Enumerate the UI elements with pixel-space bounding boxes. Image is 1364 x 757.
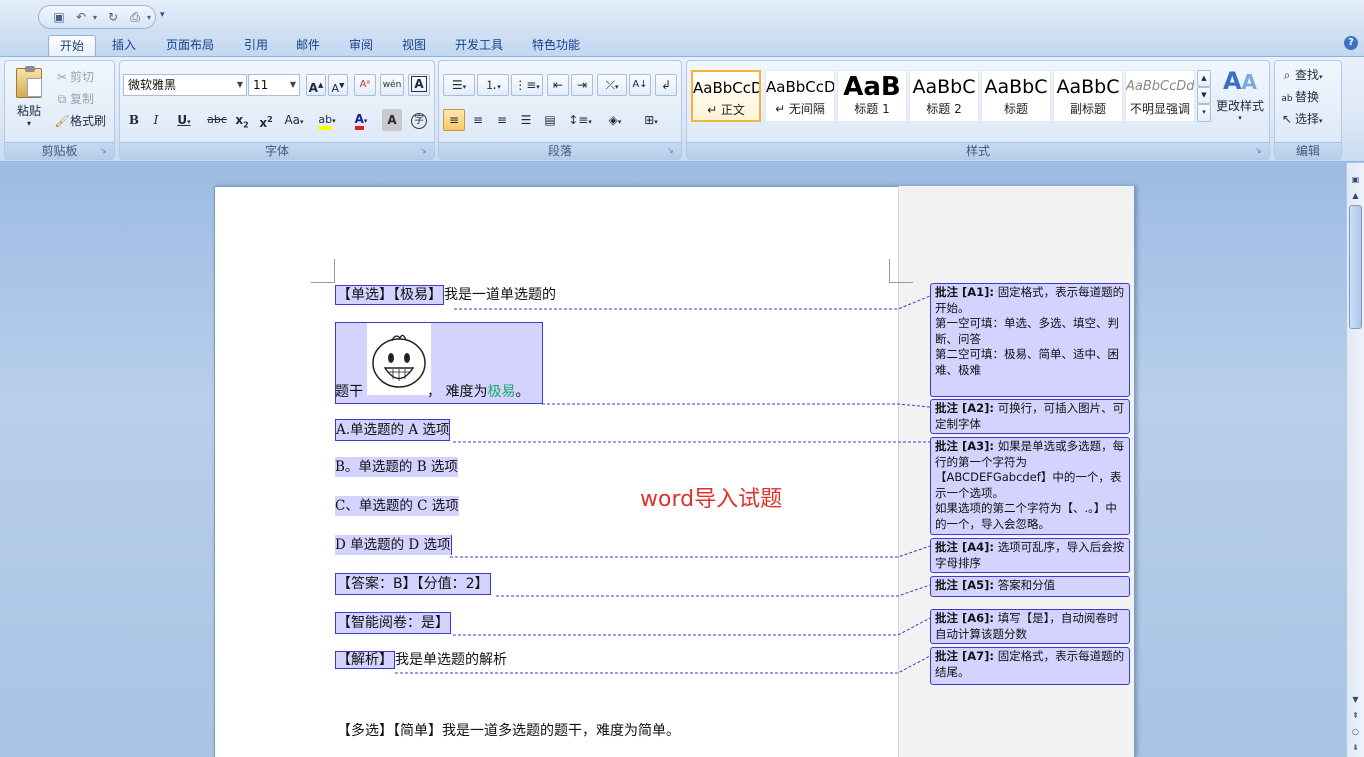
stem-end: 。 [515,384,530,400]
stem-prefix: 题干 [335,384,363,400]
comment-a6[interactable]: 批注 [A6]: 填写【是】，自动阅卷时自动计算该题分数 [930,609,1130,644]
comment-label: 批注 [A1]: [935,285,995,299]
previous-page-icon[interactable]: ⇞ [1349,709,1362,722]
comment-label: 批注 [A2]: [935,401,995,415]
comment-label: 批注 [A3]: [935,439,995,453]
scroll-down-icon[interactable]: ▼ [1349,693,1362,706]
scrollbar-thumb[interactable] [1349,205,1362,329]
option-d: D 单选题的 D 选项 [335,535,452,555]
question-1-title: 【单选】【极易】 我是一道单选题的 [335,285,556,305]
analysis-tag: 【解析】 [335,651,395,669]
comment-label: 批注 [A7]: [935,649,995,663]
comment-a4[interactable]: 批注 [A4]: 选项可乱序，导入后会按字母排序 [930,538,1130,573]
next-page-icon[interactable]: ⇟ [1349,741,1362,754]
option-c: C、单选题的 C 选项 [335,496,459,516]
comment-a1[interactable]: 批注 [A1]: 固定格式，表示每道题的开始。 第一空可填：单选、多选、填空、判… [930,283,1130,397]
comment-a2[interactable]: 批注 [A2]: 可换行，可插入图片、可定制字体 [930,399,1130,434]
comment-text: 答案和分值 [997,578,1056,592]
overlay-caption: word导入试题 [640,487,783,512]
analysis-text: 我是单选题的解析 [395,652,507,668]
stem-middle: ， 难度为 [427,384,488,400]
option-b: B。单选题的 B 选项 [335,457,458,477]
smart-grading: 【智能阅卷：是】 [335,612,451,634]
comment-a5[interactable]: 批注 [A5]: 答案和分值 [930,576,1130,597]
comment-a7[interactable]: 批注 [A7]: 固定格式，表示每道题的结尾。 [930,647,1130,685]
comment-label: 批注 [A5]: [935,578,995,592]
option-a: A.单选题的 A 选项 [335,419,451,441]
comment-label: 批注 [A6]: [935,611,995,625]
ruler-toggle-icon[interactable]: ▣ [1349,173,1362,186]
comment-connectors [395,295,931,674]
browse-object-icon[interactable]: ○ [1349,725,1362,738]
difficulty-value: 极易 [487,384,516,400]
answer-score: 【答案：B】【分值：2】 [335,573,491,595]
question-stem-text: 题干 ， 难度为极易。 [335,382,529,402]
comment-a3[interactable]: 批注 [A3]: 如果是单选或多选题，每行的第一个字符为【ABCDEFGabcd… [930,437,1130,535]
comment-label: 批注 [A4]: [935,540,995,554]
question-type-tags: 【单选】【极易】 [335,285,444,305]
analysis-line: 【解析】 我是单选题的解析 [335,650,507,670]
question-2-title: 【多选】【简单】我是一道多选题的题干，难度为简单。 [337,723,680,739]
question-title-text: 我是一道单选题的 [444,287,556,303]
vertical-scrollbar[interactable]: ▣ ▲ ▼ ⇞ ○ ⇟ [1346,163,1364,757]
scroll-up-icon[interactable]: ▲ [1349,189,1362,202]
